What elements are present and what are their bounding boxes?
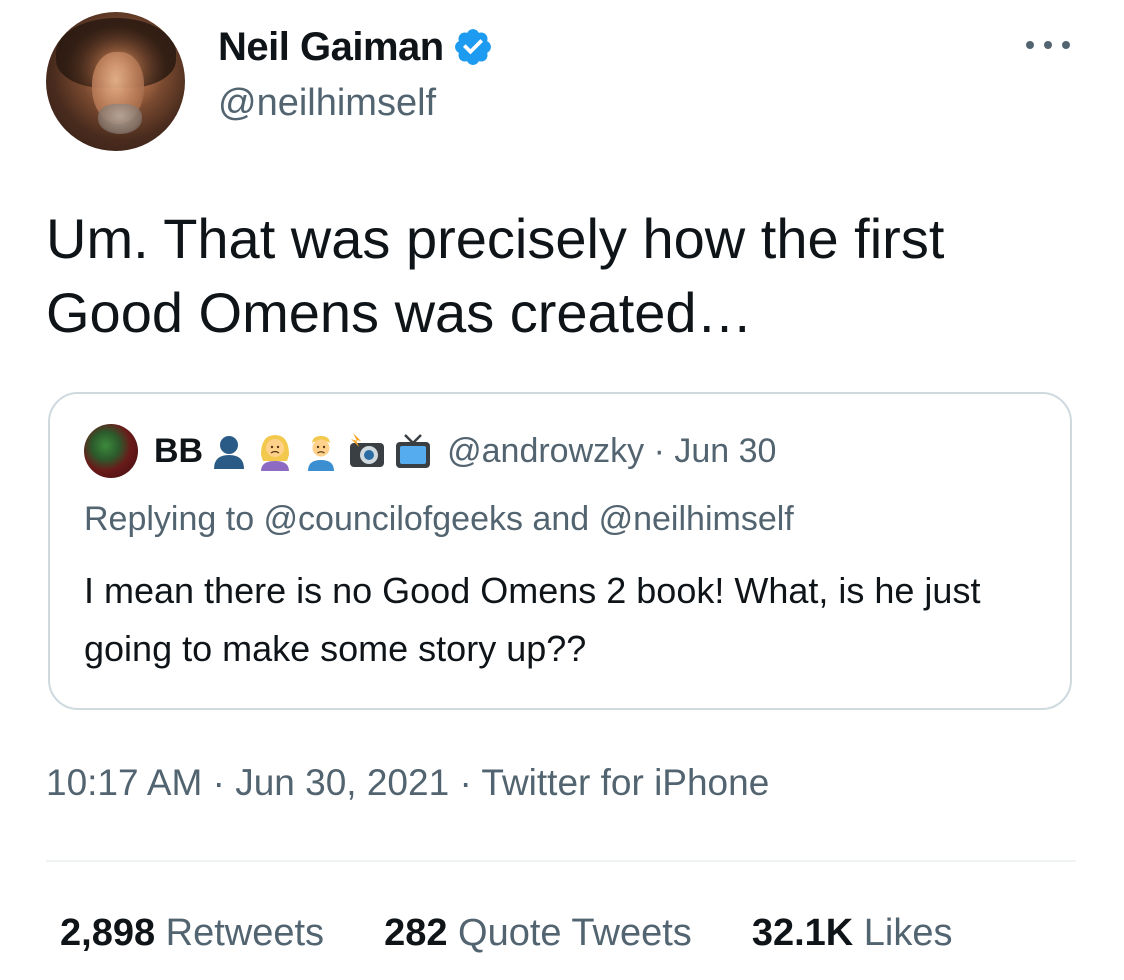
- tweet-timestamp[interactable]: 10:17 AM · Jun 30, 2021 · Twitter for iP…: [46, 762, 769, 804]
- quote-tweets-label: Quote Tweets: [458, 912, 692, 954]
- replying-to-line[interactable]: Replying to @councilofgeeks and @neilhim…: [84, 500, 794, 539]
- dot: [1062, 41, 1070, 49]
- author-avatar[interactable]: [46, 12, 185, 151]
- author-handle[interactable]: @neilhimself: [218, 82, 436, 125]
- quoted-header: BB @androwzky · Jun 30: [154, 428, 776, 474]
- likes-count: 32.1K: [751, 912, 854, 954]
- quoted-author-avatar[interactable]: [84, 424, 138, 478]
- quoted-author-name[interactable]: BB: [154, 432, 203, 471]
- man-frowning-icon: [308, 436, 335, 471]
- television-icon: [396, 434, 431, 468]
- verified-badge-icon: [454, 29, 491, 65]
- retweets-count: 2,898: [60, 912, 156, 954]
- dot: [1044, 41, 1052, 49]
- woman-frowning-icon: [261, 435, 290, 471]
- divider: [46, 860, 1076, 862]
- quote-tweets-stat[interactable]: 282 Quote Tweets: [384, 912, 692, 955]
- camera-flash-icon: [350, 433, 385, 467]
- likes-label: Likes: [863, 912, 953, 954]
- tweet-stats: 2,898 Retweets 282 Quote Tweets 32.1K Li…: [60, 912, 953, 955]
- more-options-icon[interactable]: [1026, 38, 1070, 52]
- author-display-name[interactable]: Neil Gaiman: [218, 25, 444, 70]
- quoted-tweet-text: I mean there is no Good Omens 2 book! Wh…: [84, 570, 981, 669]
- avatar-beard: [98, 104, 142, 134]
- retweets-label: Retweets: [165, 912, 325, 954]
- dot: [1026, 41, 1034, 49]
- tweet-text: Um. That was precisely how the first Goo…: [46, 207, 945, 344]
- quoted-handle-date: @androwzky · Jun 30: [447, 431, 777, 470]
- bust-silhouette-icon: [214, 436, 245, 469]
- likes-stat[interactable]: 32.1K Likes: [752, 912, 953, 955]
- quoted-tweet[interactable]: BB @androwzky · Jun 30 Replying to @coun…: [48, 392, 1072, 710]
- retweets-stat[interactable]: 2,898 Retweets: [60, 912, 324, 955]
- author-name-row: Neil Gaiman: [218, 22, 494, 72]
- quote-tweets-count: 282: [384, 912, 448, 954]
